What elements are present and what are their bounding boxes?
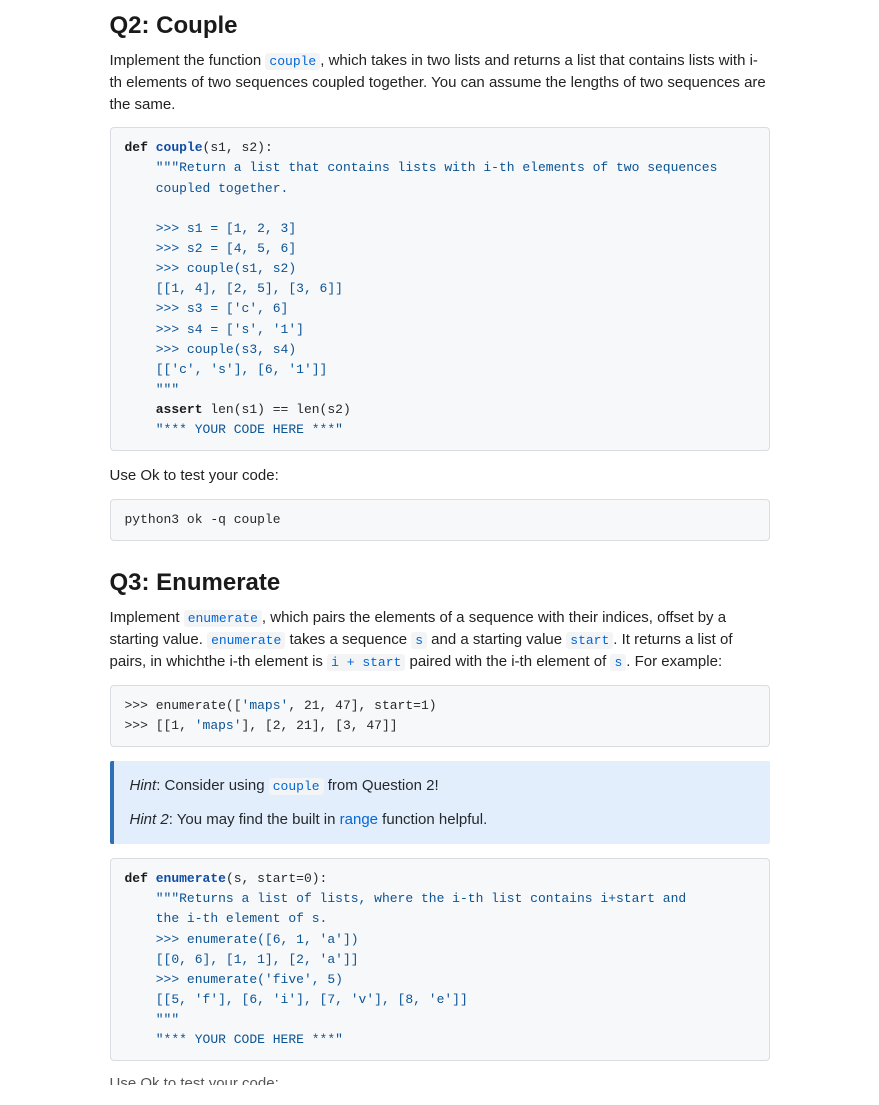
- doc-line: """Return a list that contains lists wit…: [156, 160, 718, 175]
- sig-tail: (s, start=0):: [226, 871, 327, 886]
- doctest-line: >>> enumerate([6, 1, 'a']): [156, 932, 359, 947]
- ex-line: , 21, 47], start=1): [288, 698, 436, 713]
- ex-line: ], [2, 21], [3, 47]]: [242, 718, 398, 733]
- code-s: s: [411, 632, 427, 649]
- fn-enumerate: enumerate: [156, 871, 226, 886]
- doctest-line: >>> couple(s3, s4): [156, 342, 296, 357]
- doctest-line: """: [156, 382, 179, 397]
- fn-couple: couple: [156, 140, 203, 155]
- text: takes a sequence: [285, 631, 411, 648]
- ex-str: 'maps': [242, 698, 289, 713]
- ex-str: 'maps': [195, 718, 242, 733]
- code-s: s: [610, 654, 626, 671]
- sig-tail: (s1, s2):: [203, 140, 273, 155]
- kw-def: def: [125, 140, 148, 155]
- hint-text: from Question 2!: [324, 777, 439, 794]
- hint-2: Hint 2: You may find the built in range …: [130, 807, 754, 833]
- text: Implement: [110, 609, 184, 626]
- q3-code-block: def enumerate(s, start=0): """Returns a …: [110, 858, 770, 1061]
- ex-line: >>> enumerate([: [125, 698, 242, 713]
- doc-line: coupled together.: [156, 181, 289, 196]
- doctest-line: >>> s3 = ['c', 6]: [156, 301, 289, 316]
- doctest-line: >>> s4 = ['s', '1']: [156, 322, 304, 337]
- doc-line: """Returns a list of lists, where the i-…: [156, 891, 687, 906]
- q2-heading: Q2: Couple: [110, 12, 770, 40]
- doctest-line: >>> s1 = [1, 2, 3]: [156, 221, 296, 236]
- code-placeholder: "*** YOUR CODE HERE ***": [156, 422, 343, 437]
- hint-label: Hint: [130, 777, 157, 794]
- hint-text: function helpful.: [378, 811, 487, 828]
- doctest-line: >>> enumerate('five', 5): [156, 972, 343, 987]
- code-enumerate: enumerate: [184, 610, 262, 627]
- hint-box: Hint: Consider using couple from Questio…: [110, 761, 770, 844]
- doctest-line: [[5, 'f'], [6, 'i'], [7, 'v'], [8, 'e']]: [156, 992, 468, 1007]
- kw-assert: assert: [156, 402, 203, 417]
- text: paired with the i-th element of: [405, 653, 610, 670]
- kw-def: def: [125, 871, 148, 886]
- code-istart: i + start: [327, 654, 405, 671]
- hint-text: : You may find the built in: [169, 811, 340, 828]
- doctest-line: [[0, 6], [1, 1], [2, 'a']]: [156, 952, 359, 967]
- hint-code-couple: couple: [269, 778, 324, 795]
- cutoff-text: Use Ok to test your code:: [110, 1075, 770, 1085]
- doctest-line: >>> couple(s1, s2): [156, 261, 296, 276]
- text: . For example:: [626, 653, 722, 670]
- q2-test-cmd: python3 ok -q couple: [110, 499, 770, 541]
- q2-code-block: def couple(s1, s2): """Return a list tha…: [110, 127, 770, 451]
- hint-label: Hint 2: [130, 811, 169, 828]
- text: and a starting value: [427, 631, 566, 648]
- code-placeholder: "*** YOUR CODE HERE ***": [156, 1032, 343, 1047]
- range-link[interactable]: range: [340, 811, 378, 828]
- doc-line: the i-th element of s.: [156, 911, 328, 926]
- code-start: start: [566, 632, 613, 649]
- doctest-line: [['c', 's'], [6, '1']]: [156, 362, 328, 377]
- hint-1: Hint: Consider using couple from Questio…: [130, 773, 754, 799]
- q3-example-block: >>> enumerate(['maps', 21, 47], start=1)…: [110, 685, 770, 747]
- assert-tail: len(s1) == len(s2): [203, 402, 351, 417]
- code-enumerate: enumerate: [207, 632, 285, 649]
- q3-heading: Q3: Enumerate: [110, 569, 770, 597]
- doctest-line: [[1, 4], [2, 5], [3, 6]]: [156, 281, 343, 296]
- q2-test-label: Use Ok to test your code:: [110, 465, 770, 487]
- q2-intro-pre: Implement the function: [110, 52, 266, 69]
- ex-line: >>> [[1,: [125, 718, 195, 733]
- q2-intro-code: couple: [265, 53, 320, 70]
- q2-intro: Implement the function couple, which tak…: [110, 50, 770, 115]
- doctest-line: >>> s2 = [4, 5, 6]: [156, 241, 296, 256]
- doctest-line: """: [156, 1012, 179, 1027]
- q3-intro: Implement enumerate, which pairs the ele…: [110, 607, 770, 673]
- hint-text: : Consider using: [156, 777, 269, 794]
